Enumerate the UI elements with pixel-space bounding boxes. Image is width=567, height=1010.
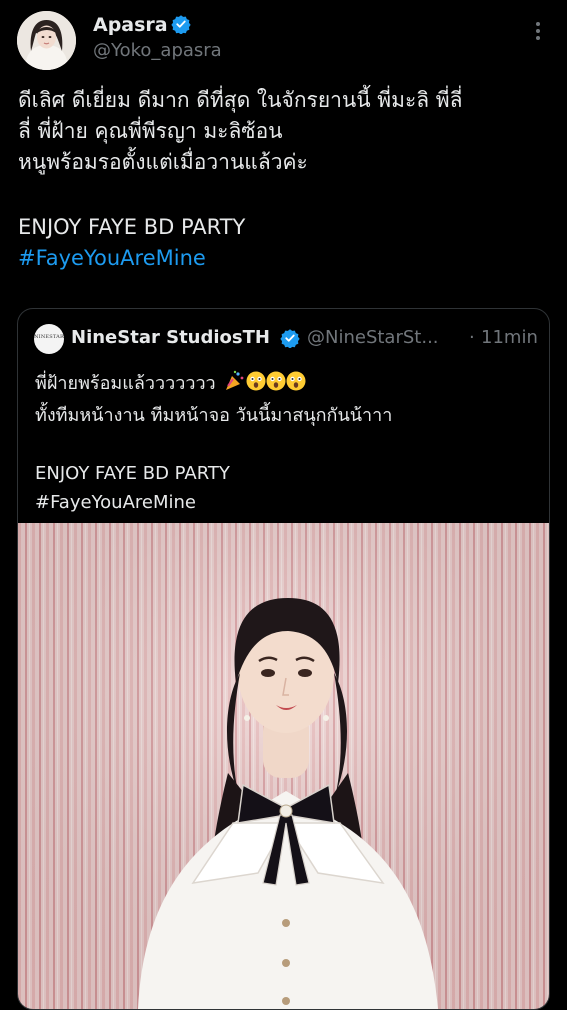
tweet-text-line: หนูพร้อมรอตั้งแต่เมื่อวานแล้วค่ะ xyxy=(18,150,308,174)
verified-badge-icon xyxy=(280,328,300,349)
quoted-text-line: พี่ฝ้ายพร้อมแล้ววววววว xyxy=(35,373,216,394)
quoted-avatar-logo: NINESTAR xyxy=(34,334,64,340)
quoted-text-line: ENJOY FAYE BD PARTY xyxy=(35,463,230,484)
astonished-face-emoji-icon xyxy=(246,371,266,391)
emoji-group xyxy=(224,370,308,401)
author-handle[interactable]: @Yoko_apasra xyxy=(93,40,222,62)
tweet-header: Apasra @Yoko_apasra xyxy=(0,0,567,76)
more-options-icon[interactable] xyxy=(524,22,552,48)
hashtag-link[interactable]: #FayeYouAreMine xyxy=(18,243,553,274)
quoted-tweet[interactable]: NINESTAR NineStar StudiosTH @NineStarSt.… xyxy=(17,308,550,1010)
avatar[interactable] xyxy=(17,11,76,70)
quoted-text-line: #FayeYouAreMine xyxy=(35,492,196,513)
quoted-timestamp[interactable]: 11min xyxy=(481,327,538,349)
verified-badge-icon xyxy=(171,14,191,35)
quoted-media-image[interactable] xyxy=(18,523,549,1009)
quoted-text-line: ทั้งทีมหน้างาน ทีมหน้าจอ วันนี้มาสนุกกัน… xyxy=(35,405,393,426)
quoted-handle[interactable]: @NineStarSt... xyxy=(307,327,439,349)
astonished-face-emoji-icon xyxy=(286,371,306,391)
party-popper-emoji-icon xyxy=(225,370,244,390)
quoted-text-line-with-emojis: พี่ฝ้ายพร้อมแล้ววววววว xyxy=(35,369,535,401)
tweet-text-line: ENJOY FAYE BD PARTY xyxy=(18,215,246,239)
quoted-avatar[interactable]: NINESTAR xyxy=(34,324,64,354)
separator-dot: · xyxy=(469,327,475,348)
quoted-display-name[interactable]: NineStar StudiosTH xyxy=(71,327,270,349)
tweet-text: ดีเลิศ ดีเยี่ยม ดีมาก ดีที่สุด ในจักรยาน… xyxy=(18,85,553,274)
quoted-text: พี่ฝ้ายพร้อมแล้ววววววว ทั้งทีมหน้างาน ที… xyxy=(35,369,535,517)
astonished-face-emoji-icon xyxy=(266,371,286,391)
tweet-text-line: ลี่ พี่ฝ้าย คุณพี่พีรญา มะลิซ้อน xyxy=(18,119,283,143)
author-display-name[interactable]: Apasra xyxy=(93,13,168,37)
tweet-text-line: ดีเลิศ ดีเยี่ยม ดีมาก ดีที่สุด ในจักรยาน… xyxy=(18,88,463,112)
